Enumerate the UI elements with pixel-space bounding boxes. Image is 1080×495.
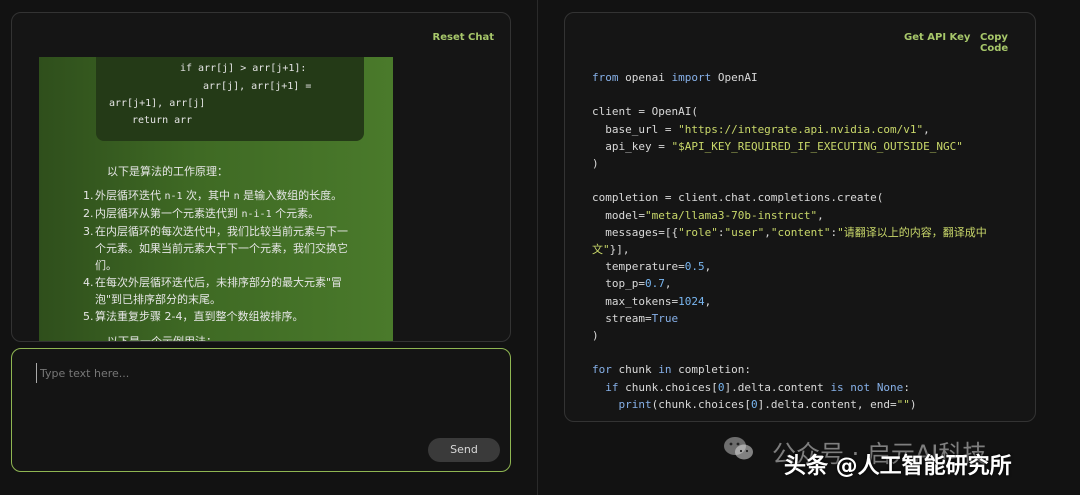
chat-input-panel: Send — [11, 348, 511, 472]
wechat-icon — [724, 437, 753, 460]
code-sample-panel: Get API Key Copy Code from openai import… — [564, 12, 1036, 422]
code-block: from openai import OpenAI client = OpenA… — [592, 71, 987, 411]
code-line: arr[j], arr[j+1] = — [203, 81, 312, 92]
assistant-message: if arr[j] > arr[j+1]: arr[j], arr[j+1] =… — [39, 57, 393, 342]
copy-code-button[interactable]: Copy Code — [980, 32, 1035, 54]
list-item: 2. 内层循环从第一个元素迭代到 n-i-1 个元素。 — [83, 207, 320, 220]
watermark-source: 头条 @人工智能研究所 — [784, 454, 1012, 479]
watermark: 公众号 · 启元AI科技 头条 @人工智能研究所 — [720, 430, 1080, 495]
example-intro: 以下是一个示例用法： — [107, 335, 217, 342]
code-line: arr[j+1], arr[j] — [109, 98, 206, 109]
list-item: 5. 算法重复步骤 2-4，直到整个数组被排序。 — [83, 310, 304, 323]
message-intro: 以下是算法的工作原理： — [107, 165, 228, 178]
code-line: if arr[j] > arr[j+1]: — [180, 63, 307, 74]
reset-chat-button[interactable]: Reset Chat — [433, 32, 494, 43]
steps-list: 1. 外层循环迭代 n-1 次，其中 n 是输入数组的长度。 2. 内层循环从第一个… — [83, 187, 383, 325]
list-item: 4. 在每次外层循环迭代后，未排序部分的最大元素"冒 泡"到已排序部分的末尾。 — [83, 276, 343, 306]
list-item: 1. 外层循环迭代 n-1 次，其中 n 是输入数组的长度。 — [83, 189, 343, 202]
code-line: return arr — [132, 115, 193, 126]
chat-pane: Reset Chat if arr[j] > arr[j+1]: arr[j],… — [0, 0, 537, 495]
send-button[interactable]: Send — [428, 438, 500, 462]
message-input[interactable] — [36, 363, 436, 383]
message-code-snippet: if arr[j] > arr[j+1]: arr[j], arr[j+1] =… — [96, 57, 364, 141]
get-api-key-button[interactable]: Get API Key — [904, 32, 970, 43]
chat-history-panel: Reset Chat if arr[j] > arr[j+1]: arr[j],… — [11, 12, 511, 342]
code-pane: Get API Key Copy Code from openai import… — [538, 0, 1080, 495]
list-item: 3. 在内层循环的每次迭代中，我们比较当前元素与下一 个元素。如果当前元素大于下一个… — [83, 225, 348, 272]
